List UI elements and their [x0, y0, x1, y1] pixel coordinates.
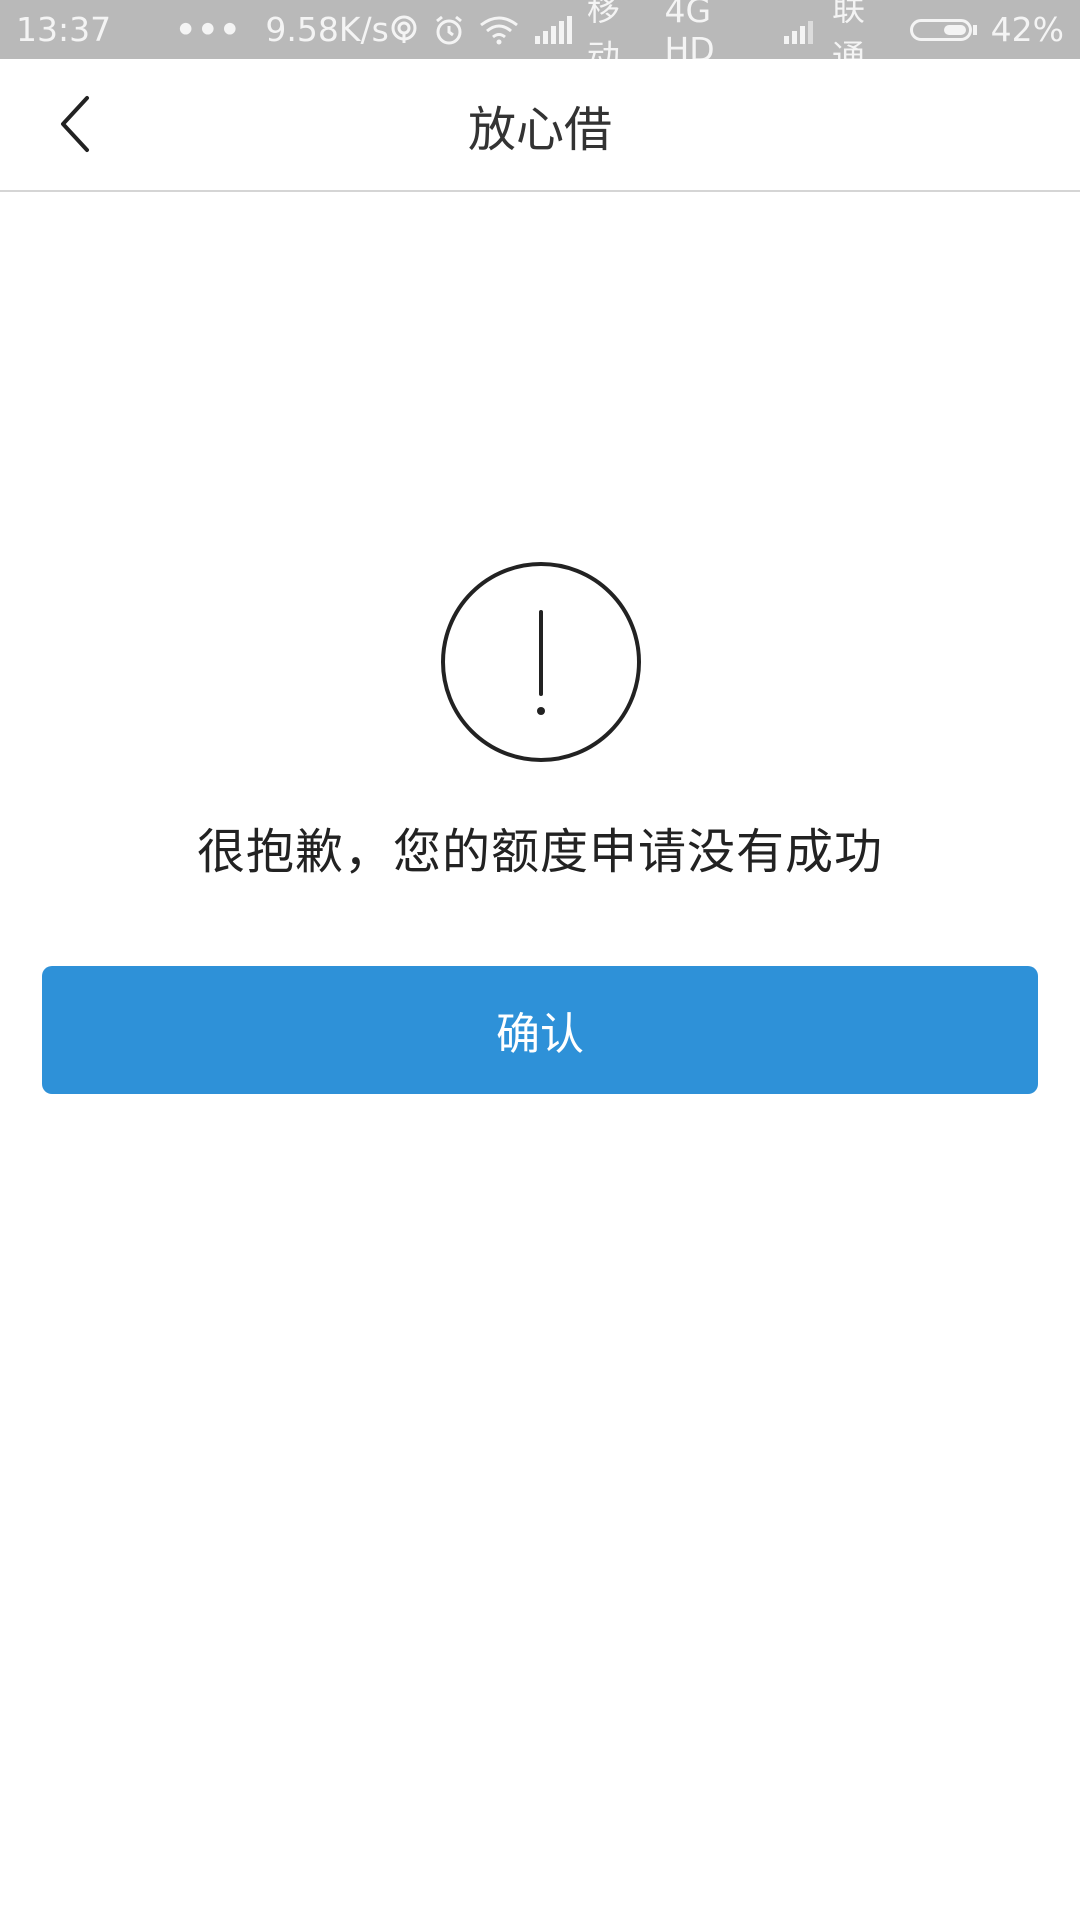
status-left: 13:37 ••• 9.58K/s [16, 10, 389, 49]
confirm-button[interactable]: 确认 [42, 966, 1038, 1094]
alarm-icon [433, 14, 465, 46]
signal-icon [533, 15, 573, 44]
exclamation-circle-icon [441, 562, 641, 762]
status-time: 13:37 [16, 10, 112, 49]
back-button[interactable] [40, 89, 110, 159]
signal-icon-2 [782, 16, 818, 44]
wifi-icon [479, 15, 519, 45]
chevron-left-icon [61, 96, 89, 152]
page-title: 放心借 [467, 101, 612, 158]
notification-dots: ••• [175, 10, 242, 49]
battery-icon [909, 18, 977, 41]
error-message: 很抱歉，您的额度申请没有成功 [196, 824, 883, 880]
nav-bar: 放心借 [0, 59, 1080, 192]
battery-percent: 42% [990, 10, 1064, 49]
hotspot-icon [389, 15, 419, 45]
status-bar: 13:37 ••• 9.58K/s 移动 4G HD 联通 42% [0, 0, 1080, 76]
network-speed: 9.58K/s [265, 10, 389, 49]
